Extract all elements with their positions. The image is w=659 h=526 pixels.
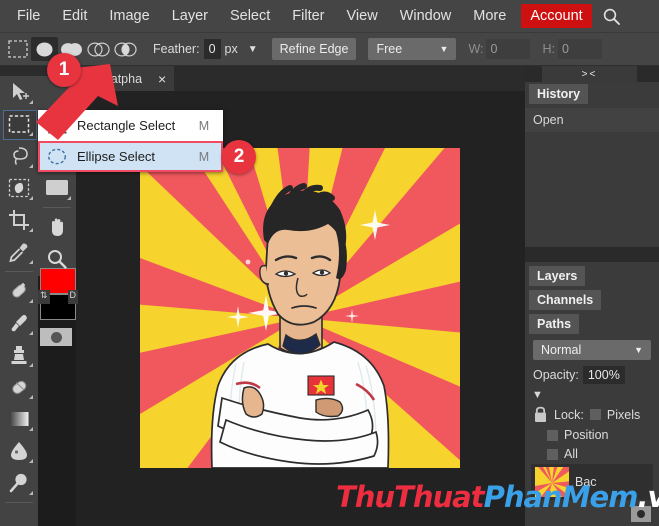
color-swatches[interactable]: ⇅ D (38, 268, 78, 322)
toolbox-divider-bottom (5, 502, 33, 503)
ellipse-marquee-icon (47, 148, 67, 165)
feather-input[interactable]: 0 (204, 39, 221, 59)
lock-all-label: All (564, 447, 578, 461)
lock-pixels-row[interactable]: Lock: Pixels (533, 406, 659, 423)
width-field-group[interactable]: W: 0 (468, 39, 530, 59)
style-select[interactable]: Free ▼ (368, 38, 456, 60)
ellipse-select-tool-indicator[interactable] (5, 37, 31, 61)
lock-label: Lock: (554, 408, 584, 422)
lock-position-row[interactable]: Position (547, 428, 659, 442)
width-input[interactable]: 0 (486, 39, 530, 59)
artboard[interactable] (140, 148, 460, 468)
menu-item-select[interactable]: Select (219, 4, 281, 28)
lock-position-label: Position (564, 428, 608, 442)
flyout-shortcut-ellipse-select: M (195, 150, 213, 164)
menu-item-window[interactable]: Window (389, 4, 463, 28)
swatch-controls: ⇅ D (38, 290, 78, 304)
shape-tool-icon[interactable] (38, 172, 76, 204)
triangle-down-icon[interactable]: ▼ (532, 389, 659, 401)
opacity-row[interactable]: Opacity: 100% (533, 366, 659, 384)
menu-item-file[interactable]: File (6, 4, 51, 28)
watermark-part-3: .vn (637, 480, 659, 514)
feather-label: Feather: (153, 42, 200, 56)
eraser-tool-icon[interactable] (0, 371, 38, 403)
healing-brush-tool-icon[interactable] (0, 275, 38, 307)
search-icon[interactable] (602, 7, 621, 26)
feather-unit-label: px (225, 42, 238, 56)
menu-item-edit[interactable]: Edit (51, 4, 98, 28)
lock-all-checkbox[interactable] (547, 449, 558, 460)
menu-item-more[interactable]: More (462, 4, 517, 28)
watermark-part-2: PhanMem (484, 480, 638, 514)
style-select-value: Free (376, 42, 402, 56)
chevron-down-icon: ▼ (440, 44, 449, 54)
eyedropper-tool-icon[interactable] (0, 236, 38, 268)
dodge-tool-icon[interactable] (0, 467, 38, 499)
panel-collapse-button[interactable]: >< (542, 66, 637, 82)
flyout-shortcut-rectangle-select: M (195, 119, 213, 133)
lock-pixels-label: Pixels (607, 408, 640, 422)
width-label: W: (468, 42, 483, 56)
crop-tool-icon[interactable] (0, 204, 38, 236)
menu-item-filter[interactable]: Filter (281, 4, 335, 28)
intersect-selection-mode-button[interactable] (112, 37, 139, 61)
toolbox-divider (5, 271, 33, 272)
history-panel: History Open (525, 82, 659, 247)
lock-pixels-checkbox[interactable] (590, 409, 601, 420)
magic-wand-tool-icon[interactable] (0, 172, 38, 204)
watermark: ThuThuatPhanMem.vn (336, 480, 659, 514)
menu-item-image[interactable]: Image (98, 4, 160, 28)
blur-tool-icon[interactable] (0, 435, 38, 467)
feather-dropdown-icon[interactable]: ▼ (248, 44, 258, 55)
brush-tool-icon[interactable] (0, 307, 38, 339)
history-item-open[interactable]: Open (525, 108, 659, 132)
subtract-from-selection-mode-button[interactable] (85, 37, 112, 61)
close-icon[interactable]: × (158, 71, 166, 87)
height-label: H: (542, 42, 555, 56)
toolbox2-divider (43, 207, 71, 208)
gradient-tool-icon[interactable] (0, 403, 38, 435)
watermark-part-1: ThuThuat (336, 480, 484, 514)
swap-colors-icon[interactable]: ⇅ (38, 290, 50, 304)
opacity-value[interactable]: 100% (583, 366, 625, 384)
account-button[interactable]: Account (521, 4, 591, 28)
refine-edge-button[interactable]: Refine Edge (272, 38, 357, 60)
annotation-badge-1: 1 (47, 53, 81, 87)
quick-mask-icon[interactable] (40, 328, 72, 346)
height-input[interactable]: 0 (558, 39, 602, 59)
lock-icon (533, 406, 548, 423)
lock-position-checkbox[interactable] (547, 430, 558, 441)
blend-mode-select[interactable]: Normal ▼ (533, 340, 651, 360)
annotation-badge-2: 2 (222, 140, 256, 174)
clone-stamp-tool-icon[interactable] (0, 339, 38, 371)
tab-channels[interactable]: Channels (529, 290, 601, 310)
tab-paths[interactable]: Paths (529, 314, 579, 334)
tab-history[interactable]: History (529, 84, 588, 104)
photoshop-window: File Edit Image Layer Select Filter View… (0, 0, 659, 526)
tab-layers[interactable]: Layers (529, 266, 585, 286)
menu-item-layer[interactable]: Layer (161, 4, 219, 28)
opacity-label: Opacity: (533, 368, 579, 382)
flyout-label-ellipse-select: Ellipse Select (77, 149, 185, 164)
lock-all-row[interactable]: All (547, 447, 659, 461)
chevron-down-icon: ▼ (634, 345, 643, 355)
default-colors-icon[interactable]: D (68, 290, 79, 304)
football-player-illustration (140, 148, 460, 468)
menu-bar: File Edit Image Layer Select Filter View… (0, 0, 659, 33)
height-field-group[interactable]: H: 0 (542, 39, 602, 59)
menu-item-view[interactable]: View (336, 4, 389, 28)
hand-tool-icon[interactable] (38, 211, 76, 243)
right-panel-dock: >< History Open Layers Channels Paths No… (525, 66, 659, 526)
blend-mode-value: Normal (541, 343, 581, 357)
